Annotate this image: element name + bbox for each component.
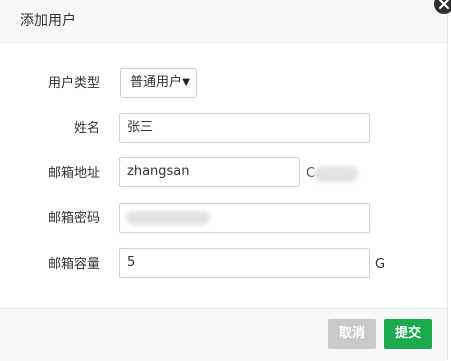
dialog-title: 添加用户: [20, 13, 76, 29]
cancel-button[interactable]: 取消: [328, 319, 376, 349]
email-label: 邮箱地址: [47, 166, 100, 181]
add-user-dialog: 添加用户 用户类型 普通用户 ▼ 姓名 张三 邮箱地址 zhangsan C 邮…: [0, 0, 448, 361]
name-input[interactable]: 张三: [119, 113, 370, 143]
password-input[interactable]: [119, 203, 370, 233]
password-redacted: [126, 211, 210, 225]
user-type-label: 用户类型: [47, 76, 100, 91]
dialog-header: 添加用户: [0, 0, 447, 43]
email-input[interactable]: zhangsan: [119, 157, 300, 187]
submit-button[interactable]: 提交: [384, 319, 432, 349]
password-label: 邮箱密码: [47, 211, 100, 226]
caret-down-icon: ▼: [182, 77, 190, 88]
quota-unit: G: [375, 257, 386, 272]
dialog-footer: [0, 308, 447, 361]
close-icon: [439, 0, 449, 9]
quota-label: 邮箱容量: [47, 257, 100, 272]
user-type-value: 普通用户: [130, 75, 183, 90]
email-domain-redacted: [314, 166, 358, 182]
user-type-select[interactable]: 普通用户 ▼: [120, 68, 197, 98]
name-label: 姓名: [73, 121, 100, 136]
quota-input[interactable]: 5: [119, 248, 370, 278]
